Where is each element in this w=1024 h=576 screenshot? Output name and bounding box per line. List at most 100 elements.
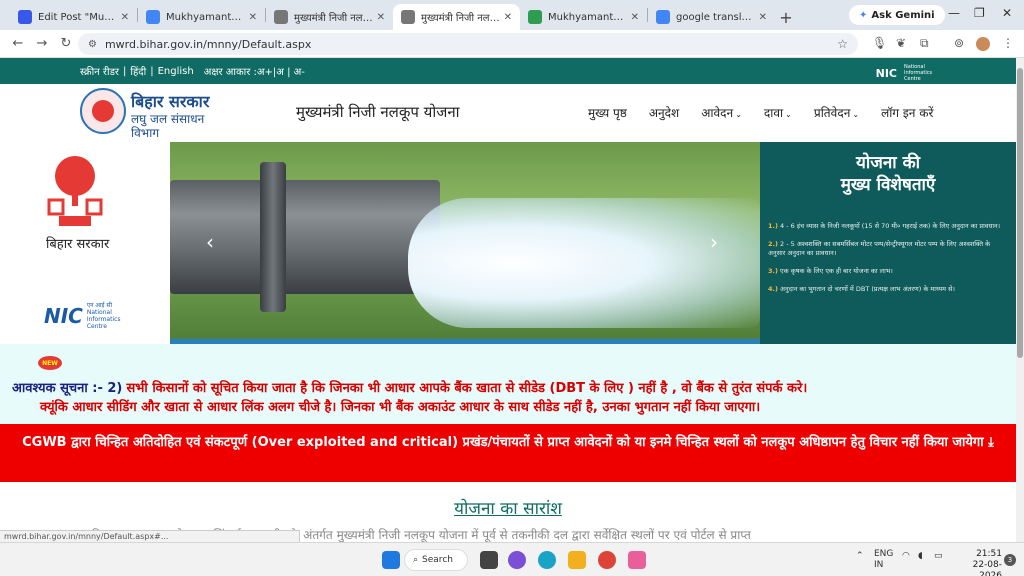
volume-icon[interactable]: ◖: [918, 551, 923, 561]
windows-start-icon[interactable]: [382, 551, 400, 569]
menu-dots-icon[interactable]: ⋮: [1002, 36, 1014, 50]
tab-title: Mukhyamantri Niji Na: [166, 11, 245, 23]
close-tab-icon[interactable]: ✕: [377, 12, 385, 23]
hindi-link[interactable]: हिंदी: [130, 64, 146, 78]
language-indicator[interactable]: ENG IN: [874, 549, 893, 571]
bookmark-star-icon[interactable]: ☆: [837, 37, 848, 51]
summary-title: योजना का सारांश: [454, 499, 562, 519]
forward-icon[interactable]: →: [30, 36, 54, 51]
region-label: IN: [874, 560, 884, 570]
lang-label: ENG: [874, 549, 894, 559]
address-row: ← → ↻ ⚙ mwrd.bihar.gov.in/mnny/Default.a…: [0, 30, 1024, 58]
browser-tab[interactable]: Edit Post "Mukhyaman ✕: [10, 4, 137, 30]
clock[interactable]: 21:51 22-08-2026: [956, 549, 1002, 576]
address-bar[interactable]: ⚙ mwrd.bihar.gov.in/mnny/Default.aspx ☆: [78, 33, 858, 55]
nic-logo-caption: एन आई सी National Informatics Centre: [87, 302, 131, 330]
feature-number: 1.): [768, 222, 778, 230]
tray-chevron-icon[interactable]: ⌃: [856, 551, 864, 561]
chrome-icon[interactable]: [598, 551, 616, 569]
taskbar-search[interactable]: ⌕ Search: [404, 549, 468, 571]
brand-line2: लघु जल संसाधन: [131, 112, 205, 126]
green-icon: [528, 10, 542, 24]
bodhi-tree-icon: [92, 100, 114, 122]
avatar[interactable]: [976, 37, 990, 51]
close-tab-icon[interactable]: ✕: [759, 12, 767, 23]
features-title-line2: मुख्य विशेषताएँ: [840, 175, 936, 195]
nav-item[interactable]: प्रतिवेदन ⌄: [814, 104, 859, 121]
close-tab-icon[interactable]: ✕: [631, 12, 639, 23]
battery-icon[interactable]: ▭: [934, 551, 943, 561]
microphone-icon[interactable]: 🎙: [872, 36, 887, 50]
back-icon[interactable]: ←: [6, 36, 30, 51]
nav-item[interactable]: लॉग इन करें: [881, 104, 933, 121]
nic-logo-name: NIC: [44, 304, 83, 328]
tab-title: Mukhyamantri Nijee N: [548, 11, 627, 23]
browser-tab[interactable]: मुख्यमंत्री निजी नलकूप यो ✕: [266, 4, 393, 30]
url-text: mwrd.bihar.gov.in/mnny/Default.aspx: [104, 37, 312, 51]
tab-title: Edit Post "Mukhyaman: [38, 11, 117, 23]
browser-tab[interactable]: Mukhyamantri Niji Na ✕: [138, 4, 265, 30]
tab-title: google translate - Goo: [676, 11, 755, 23]
store-icon[interactable]: [628, 551, 646, 569]
english-link[interactable]: English: [158, 66, 194, 77]
new-tab-button[interactable]: +: [775, 4, 797, 30]
bihar-emblem-icon: [47, 156, 103, 226]
nav-item[interactable]: आवेदन ⌄: [701, 104, 742, 121]
page-scrollbar[interactable]: [1016, 58, 1024, 542]
chevron-down-icon: ⌄: [785, 110, 792, 119]
separator: |: [150, 65, 154, 77]
notice-text2: क्यूंकि आधार सीडिंग और खाता से आधार लिंक…: [40, 400, 761, 415]
nav-item[interactable]: अनुदेश: [649, 104, 679, 121]
accessibility-bar: स्क्रीन रीडर | हिंदी | English अक्षर आकार …: [0, 58, 1016, 84]
reload-icon[interactable]: ↻: [54, 36, 78, 51]
feature-text: 4 - 6 इंच व्यास के निजी नलकूपों (15 से 7…: [780, 222, 1001, 230]
browser-tab[interactable]: Mukhyamantri Nijee N ✕: [520, 4, 647, 30]
carousel-prev-icon[interactable]: ‹: [206, 230, 214, 254]
profile-sync-icon[interactable]: ⊚: [954, 36, 964, 50]
nav-item-label: दावा: [763, 106, 784, 120]
feature-item: 2.) 2 - 5 अश्वशक्ति का सबमर्सिबल मोटर पम…: [768, 240, 1008, 258]
notice-label: आवश्यक सूचना :- 2): [12, 381, 123, 396]
ask-gemini-button[interactable]: ✦ Ask Gemini: [849, 5, 945, 25]
features-title: योजना की मुख्य विशेषताएँ: [760, 152, 1016, 196]
feature-number: 3.): [768, 267, 778, 275]
chevron-down-icon: ⌄: [735, 110, 742, 119]
department-logo[interactable]: [80, 88, 126, 134]
notification-badge[interactable]: 3: [1004, 554, 1016, 566]
features-panel: योजना की मुख्य विशेषताएँ 1.) 4 - 6 इंच व…: [760, 142, 1016, 344]
close-tab-icon[interactable]: ✕: [249, 12, 257, 23]
close-tab-icon[interactable]: ✕: [121, 12, 129, 23]
restore-icon[interactable]: ❐: [974, 6, 985, 20]
site-info-icon[interactable]: ⚙: [88, 39, 97, 50]
font-size-controls[interactable]: अक्षर आकार :अ+|अ | अ-: [204, 64, 305, 78]
edge-icon[interactable]: [538, 551, 556, 569]
extension-leaf-icon[interactable]: ❦: [896, 36, 906, 50]
minimize-icon[interactable]: —: [948, 6, 960, 20]
close-window-icon[interactable]: ✕: [1002, 6, 1012, 20]
nav-item[interactable]: दावा ⌄: [764, 104, 792, 121]
chat-app-icon[interactable]: [508, 551, 526, 569]
browser-tab[interactable]: google translate - Goo ✕: [648, 4, 775, 30]
nic-logo-small: NIC National Informatics Centre: [876, 64, 944, 82]
download-icon[interactable]: ⤓: [988, 435, 994, 450]
nic-logo: NIC एन आई सी National Informatics Centre: [44, 302, 131, 330]
nav-item-label: प्रतिवेदन: [813, 106, 851, 120]
file-explorer-icon[interactable]: [568, 551, 586, 569]
nav-item[interactable]: मुख्य पृष्ठ: [588, 104, 627, 121]
department-name: बिहार सरकार लघु जल संसाधन विभाग: [131, 90, 209, 140]
carousel-next-icon[interactable]: ›: [710, 230, 718, 254]
date-label: 22-08-2026: [972, 560, 1002, 576]
browser-tab[interactable]: मुख्यमंत्री निजी नलकूप यो ✕: [393, 4, 520, 30]
close-tab-icon[interactable]: ✕: [504, 12, 512, 23]
feature-text: 2 - 5 अश्वशक्ति का सबमर्सिबल मोटर पम्प/स…: [768, 240, 991, 257]
hero-banner: बिहार सरकार NIC एन आई सी National Inform…: [0, 142, 1016, 344]
cgwb-notice: CGWB द्वारा चिन्हित अतिदोहित एवं संकटपूर…: [0, 424, 1016, 482]
scrollbar-thumb[interactable]: [1017, 68, 1023, 358]
notice-text1: सभी किसानों को सूचित किया जाता है कि जिन…: [126, 381, 808, 396]
screen-reader-link[interactable]: स्क्रीन रीडर: [80, 64, 119, 78]
image-carousel[interactable]: ‹ ›: [170, 142, 760, 344]
task-view-icon[interactable]: [480, 551, 498, 569]
water-flow-image: [408, 198, 760, 328]
wifi-icon[interactable]: ◠: [902, 551, 910, 561]
extensions-puzzle-icon[interactable]: ⧉: [920, 36, 929, 51]
